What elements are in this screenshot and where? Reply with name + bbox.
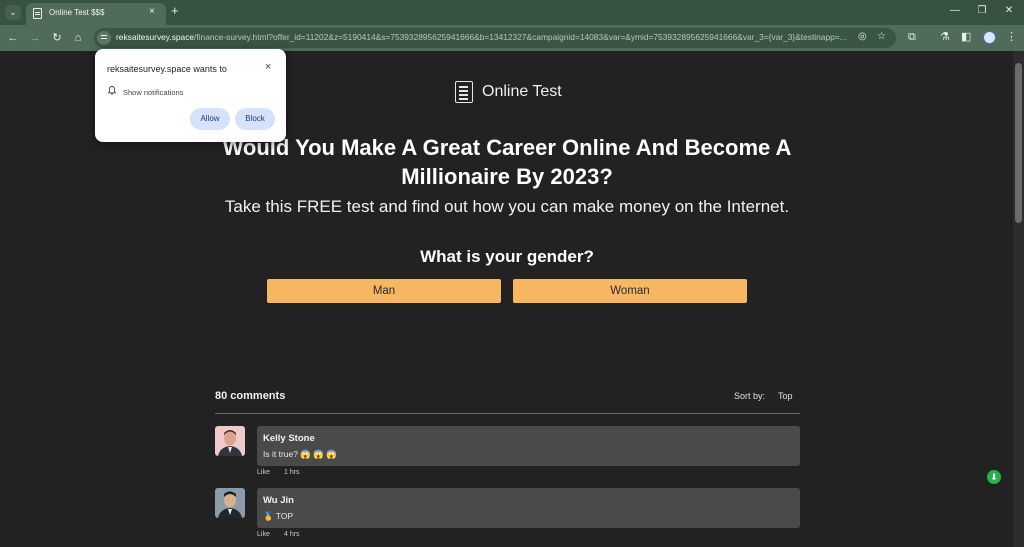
minimize-button[interactable]: — [948,5,962,16]
comment-author[interactable]: Wu Jin [263,495,294,506]
restore-button[interactable]: ❐ [975,5,989,16]
divider [215,413,800,414]
headline: Would You Make A Great Career Online And… [222,135,792,189]
comment-text: 🥇 TOP [263,511,294,521]
reload-icon[interactable]: ↻ [50,31,64,45]
avatar[interactable] [215,426,245,456]
download-badge-icon[interactable]: ⬇ [987,470,1001,484]
eye-off-icon[interactable]: ◎ [858,31,867,42]
url-host: reksaitesurvey.space [116,32,195,42]
survey-document-icon [455,81,473,103]
question-title: What is your gender? [420,247,594,266]
comment-text: Is it true? 😱 😱 😱 [263,449,337,459]
home-icon[interactable]: ⌂ [71,31,85,45]
comment-bubble: Kelly Stone Is it true? 😱 😱 😱 [257,426,800,466]
comment-time: 1 hrs [284,469,300,476]
tab-title: Online Test $$$ [49,8,105,17]
permission-text: Show notifications [123,88,184,97]
labs-flask-icon[interactable]: ⚗ [940,30,950,44]
tab-strip: ⌄ Online Test $$$ × + — ❐ ✕ [0,0,1024,25]
side-panel-icon[interactable]: ◧ [961,30,971,44]
sort-label: Sort by: [734,391,766,401]
site-info-icon[interactable] [97,31,111,45]
forward-icon[interactable]: → [28,31,42,45]
comment-author[interactable]: Kelly Stone [263,433,315,444]
tab-active[interactable]: Online Test $$$ × [26,3,166,25]
extensions-icon[interactable]: ⧉ [908,30,916,44]
back-icon[interactable]: ← [6,31,20,45]
bell-icon [108,86,116,95]
scrollbar-thumb[interactable] [1015,63,1022,223]
bookmark-star-icon[interactable]: ☆ [877,31,886,42]
comment-time: 4 hrs [284,531,300,538]
profile-avatar-icon[interactable] [983,31,996,44]
address-bar[interactable]: reksaitesurvey.space/finance-survey.html… [94,28,896,48]
menu-kebab-icon[interactable]: ⋮ [1006,30,1017,44]
browser-toolbar: ← → ↻ ⌂ reksaitesurvey.space/finance-sur… [0,25,1024,51]
tab-search-button[interactable]: ⌄ [5,5,21,20]
like-link[interactable]: Like [257,469,270,476]
url-path: /finance-survey.html?offer_id=11202&z=51… [194,32,846,42]
tab-close-button[interactable]: × [149,6,155,17]
new-tab-button[interactable]: + [171,4,179,18]
allow-button[interactable]: Allow [190,108,230,130]
answer-woman-button[interactable]: Woman [513,279,747,303]
document-icon [33,8,42,19]
sort-dropdown[interactable]: Top [778,391,793,401]
like-link[interactable]: Like [257,531,270,538]
url-text[interactable]: reksaitesurvey.space/finance-survey.html… [116,32,846,42]
comment-bubble: Wu Jin 🥇 TOP [257,488,800,528]
avatar[interactable] [215,488,245,518]
subline: Take this FREE test and find out how you… [224,197,790,216]
close-window-button[interactable]: ✕ [1002,5,1016,16]
comments-count: 80 comments [215,390,286,402]
popup-close-button[interactable]: × [265,61,271,73]
notification-permission-popup: reksaitesurvey.space wants to × Show not… [95,49,286,142]
popup-title: reksaitesurvey.space wants to [107,64,227,74]
answer-man-button[interactable]: Man [267,279,501,303]
brand-title: Online Test [482,83,562,100]
page-scrollbar[interactable] [1013,51,1024,547]
block-button[interactable]: Block [235,108,275,130]
